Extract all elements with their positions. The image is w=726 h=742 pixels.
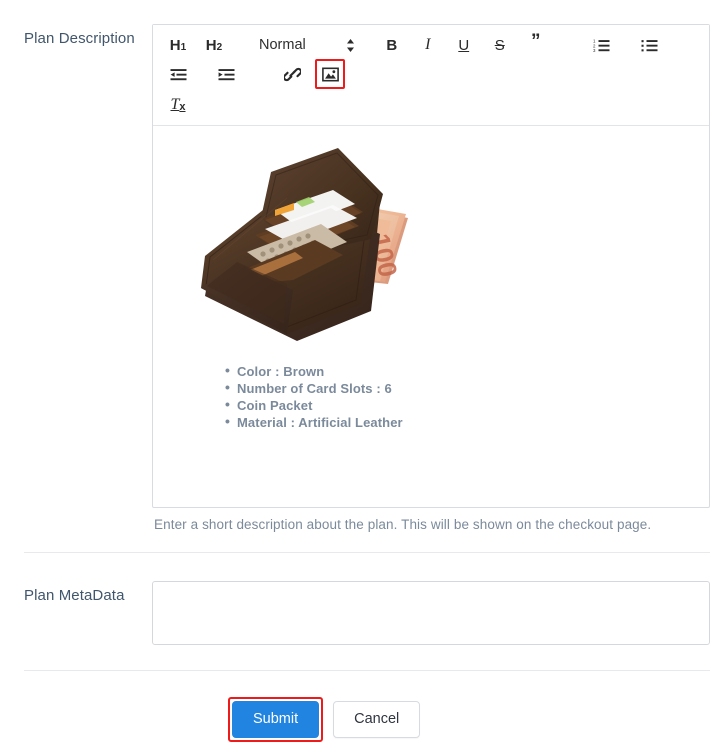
- plan-metadata-label: Plan MetaData: [24, 587, 125, 604]
- underline-label: U: [458, 36, 470, 54]
- list-item: Coin Packet: [225, 396, 695, 414]
- format-select[interactable]: Normal: [257, 31, 357, 59]
- link-button[interactable]: [279, 60, 305, 88]
- editor-content-area[interactable]: 100 • Color: Brown • Number of Card Slo…: [153, 126, 709, 507]
- indent-button[interactable]: [213, 60, 239, 88]
- plan-metadata-control: [152, 581, 710, 650]
- editor-toolbar: H1 H2 Normal B I U S ” 1 2 3 T x: [153, 25, 709, 126]
- heading-1-sub: 1: [180, 41, 187, 53]
- clear-formatting-sub: x: [179, 101, 186, 113]
- form-actions: Submit Cancel: [0, 671, 726, 742]
- chevron-updown-icon: [346, 38, 355, 53]
- svg-text:3: 3: [593, 48, 596, 53]
- underline-button[interactable]: U: [451, 31, 477, 59]
- wallet-image: 100: [175, 136, 425, 351]
- cancel-button[interactable]: Cancel: [333, 701, 421, 738]
- italic-label: I: [425, 36, 431, 53]
- plan-description-control: H1 H2 Normal B I U S ” 1 2 3 T x 100 • C…: [152, 24, 710, 532]
- list-item: Material : Artificial Leather: [225, 413, 695, 431]
- plan-description-label: Plan Description: [24, 30, 135, 47]
- bullet-list-button[interactable]: [637, 31, 663, 59]
- ordered-list-button[interactable]: 1 2 3: [589, 31, 615, 59]
- submit-button[interactable]: Submit: [232, 701, 320, 738]
- plan-metadata-row: Plan MetaData: [0, 553, 726, 650]
- heading-2-label: H: [205, 36, 217, 54]
- plan-description-help-text: Enter a short description about the plan…: [154, 517, 652, 532]
- blockquote-label: ”: [530, 31, 541, 52]
- strikethrough-button[interactable]: S: [487, 31, 513, 59]
- editor-toolbar-row-2: Tx: [165, 89, 701, 119]
- rich-text-editor[interactable]: H1 H2 Normal B I U S ” 1 2 3 T x 100 • C…: [152, 24, 710, 508]
- description-bullet-list: Color : Brown Number of Card Slots : 6 C…: [167, 362, 695, 431]
- image-icon: [321, 67, 339, 82]
- heading-1-label: H: [169, 36, 181, 54]
- plan-form-page: Plan Description H1 H2 Normal B I U S ” …: [0, 0, 726, 742]
- image-button[interactable]: [315, 59, 345, 89]
- list-item: Color : Brown: [225, 362, 695, 380]
- clear-formatting-button[interactable]: Tx: [165, 91, 191, 119]
- plan-metadata-input[interactable]: [152, 581, 710, 645]
- bold-button[interactable]: B: [379, 31, 405, 59]
- plan-description-row: Plan Description H1 H2 Normal B I U S ” …: [0, 0, 726, 532]
- submit-button-highlight: Submit: [228, 697, 324, 742]
- outdent-icon: [170, 67, 187, 82]
- ordered-list-icon: 1 2 3: [593, 38, 610, 53]
- outdent-button[interactable]: [165, 60, 191, 88]
- italic-button[interactable]: I: [415, 31, 441, 59]
- format-select-value: Normal: [259, 37, 306, 53]
- heading-2-sub: 2: [216, 41, 223, 53]
- clear-formatting-label: T: [170, 96, 180, 113]
- blockquote-button[interactable]: ”: [523, 31, 549, 59]
- strikethrough-label: S: [494, 36, 505, 54]
- bold-label: B: [386, 36, 398, 54]
- heading-2-button[interactable]: H2: [201, 31, 227, 59]
- list-item: Number of Card Slots : 6: [225, 379, 695, 397]
- indent-icon: [218, 67, 235, 82]
- link-icon: [283, 67, 301, 82]
- heading-1-button[interactable]: H1: [165, 31, 191, 59]
- bullet-list-icon: [641, 38, 658, 53]
- wallet-image-container: 100: [167, 136, 695, 351]
